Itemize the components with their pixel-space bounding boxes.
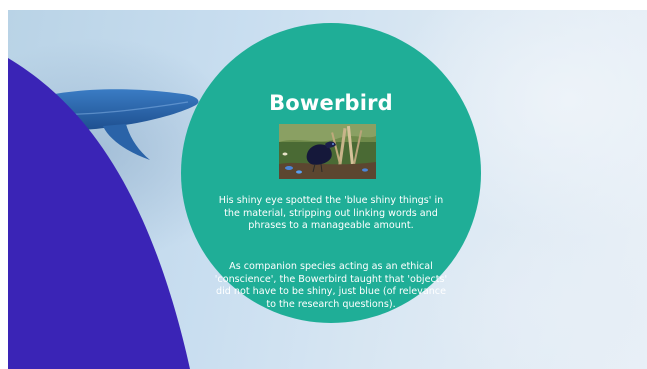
paragraph-1: His shiny eye spotted the 'blue shiny th… — [218, 195, 444, 232]
slide-canvas: Bowerbird His shiny eye spotted the 'blu… — [8, 10, 647, 369]
slide-title: Bowerbird — [269, 91, 393, 115]
bowerbird-photo-graphic — [279, 124, 376, 179]
slide-content: Bowerbird His shiny eye spotted the 'blu… — [181, 23, 481, 323]
paragraph-2: As companion species acting as an ethica… — [214, 261, 448, 310]
bowerbird-photo — [279, 124, 376, 179]
